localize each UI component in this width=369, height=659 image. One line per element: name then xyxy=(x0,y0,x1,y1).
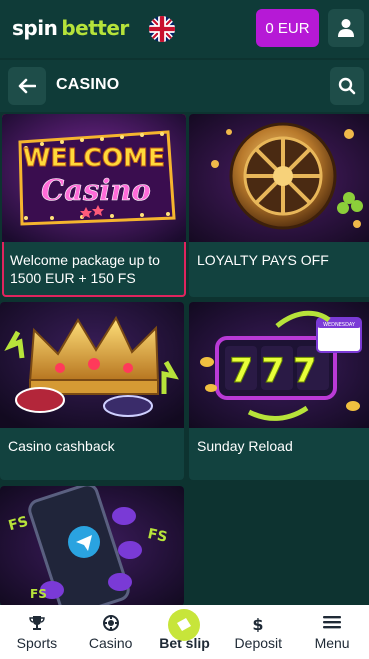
promo-card-loyalty[interactable]: LOYALTY PAYS OFF xyxy=(189,114,369,297)
svg-text:777: 777 xyxy=(230,351,325,391)
nav-sports[interactable]: Sports xyxy=(0,605,74,659)
ticket-icon xyxy=(177,618,192,631)
promo-card-welcome[interactable]: WELCOME Casino Welcome package up to 150… xyxy=(2,114,186,297)
uk-flag-icon[interactable] xyxy=(149,16,175,42)
nav-menu[interactable]: Menu xyxy=(295,605,369,659)
svg-text:FS: FS xyxy=(30,587,47,601)
trophy-icon xyxy=(29,616,45,630)
arrow-left-icon xyxy=(18,78,36,94)
svg-text:WELCOME: WELCOME xyxy=(23,143,165,172)
loyalty-wheel-banner xyxy=(189,114,369,242)
telegram-freespins-banner: FS FS FS xyxy=(0,486,184,606)
nav-casino[interactable]: Casino xyxy=(74,605,148,659)
promo-card-sunday-reload[interactable]: 777 WEDNESDAY Sunday Reload xyxy=(189,302,369,480)
promo-caption: LOYALTY PAYS OFF xyxy=(197,252,329,268)
svg-text:WEDNESDAY: WEDNESDAY xyxy=(323,322,356,328)
nav-sports-label: Sports xyxy=(16,635,58,651)
logo-better-text: better xyxy=(61,16,129,40)
promo-caption: Sunday Reload xyxy=(197,438,293,454)
bottom-nav: Sports Casino Bet slip $ Deposit Menu xyxy=(0,605,369,659)
hamburger-icon xyxy=(323,616,342,629)
top-header: spin better 0 EUR xyxy=(0,0,369,58)
page-title: CASINO xyxy=(56,76,120,93)
casino-chip-icon xyxy=(102,615,119,631)
promo-card-telegram[interactable]: FS FS FS xyxy=(0,486,184,606)
nav-bet-slip[interactable]: Bet slip xyxy=(148,605,222,659)
promo-caption: Welcome package up to 1500 EUR + 150 FS xyxy=(10,252,160,286)
balance-button[interactable]: 0 EUR xyxy=(256,9,319,47)
search-icon xyxy=(338,77,356,95)
logo-spin-text: spin xyxy=(12,16,58,40)
nav-deposit-label: Deposit xyxy=(234,635,283,651)
nav-deposit[interactable]: $ Deposit xyxy=(221,605,295,659)
dollar-icon: $ xyxy=(253,615,264,632)
search-button[interactable] xyxy=(330,67,364,105)
nav-menu-label: Menu xyxy=(314,635,350,651)
promo-caption: Casino cashback xyxy=(8,438,115,454)
svg-text:$: $ xyxy=(253,615,264,632)
nav-casino-label: Casino xyxy=(88,635,133,651)
reload-slot-banner: 777 WEDNESDAY xyxy=(189,302,369,428)
welcome-casino-banner: WELCOME Casino xyxy=(2,114,186,242)
back-button[interactable] xyxy=(8,67,46,105)
account-button[interactable] xyxy=(328,9,364,47)
svg-text:Casino: Casino xyxy=(41,173,151,207)
logo[interactable]: spin better xyxy=(12,16,129,40)
promo-card-cashback[interactable]: Casino cashback xyxy=(0,302,184,480)
cashback-crown-banner xyxy=(0,302,184,428)
user-icon xyxy=(338,19,354,37)
page-header: CASINO xyxy=(0,60,369,112)
balance-label: 0 EUR xyxy=(265,19,310,37)
